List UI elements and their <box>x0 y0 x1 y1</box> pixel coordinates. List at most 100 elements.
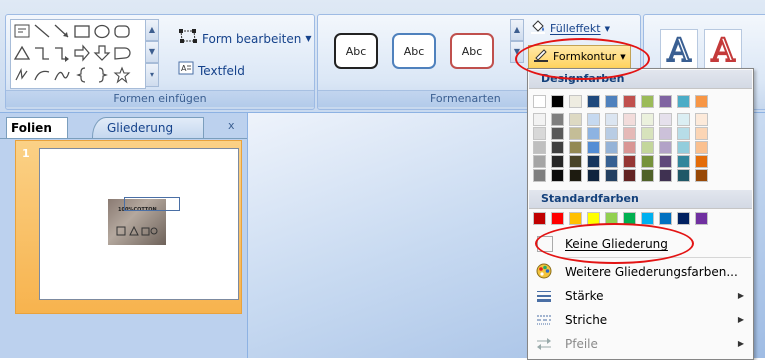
style-sample-blue[interactable]: Abc <box>392 33 436 69</box>
star-icon[interactable] <box>113 66 131 84</box>
fill-effect-button[interactable]: Fülleffekt ▼ <box>530 19 610 39</box>
elbow-arrow-icon[interactable] <box>53 44 71 62</box>
standard-color-swatch[interactable] <box>641 212 654 225</box>
arrow-line-icon[interactable] <box>53 22 71 40</box>
theme-color-shade-swatch[interactable] <box>551 169 564 182</box>
style-sample-red[interactable]: Abc <box>450 33 494 69</box>
theme-color-shade-swatch[interactable] <box>587 155 600 168</box>
styles-scroll-up-button[interactable]: ▲ <box>510 19 524 41</box>
outline-dashes-item[interactable]: Striche ▶ <box>529 309 752 331</box>
close-pane-icon[interactable]: x <box>228 119 238 133</box>
theme-color-shade-swatch[interactable] <box>641 127 654 140</box>
theme-color-shade-swatch[interactable] <box>551 141 564 154</box>
theme-color-shade-swatch[interactable] <box>569 127 582 140</box>
theme-color-shade-swatch[interactable] <box>677 169 690 182</box>
theme-color-shade-swatch[interactable] <box>533 141 546 154</box>
shapes-gallery[interactable] <box>10 19 146 89</box>
theme-color-shade-swatch[interactable] <box>677 141 690 154</box>
theme-color-shade-swatch[interactable] <box>623 127 636 140</box>
textbox-shape-icon[interactable] <box>13 22 31 40</box>
more-outline-colors-item[interactable]: Weitere Gliederungsfarben... <box>529 261 752 283</box>
elbow-connector-icon[interactable] <box>33 44 51 62</box>
wordart-sample-red[interactable]: A <box>704 29 742 71</box>
oval-icon[interactable] <box>93 22 111 40</box>
theme-color-shade-swatch[interactable] <box>695 169 708 182</box>
theme-color-shade-swatch[interactable] <box>659 169 672 182</box>
theme-color-shade-swatch[interactable] <box>605 169 618 182</box>
right-arrow-icon[interactable] <box>73 44 91 62</box>
slide-thumbnail-selected[interactable]: 1 100%COTTON <box>15 140 242 314</box>
theme-color-shade-swatch[interactable] <box>659 141 672 154</box>
theme-color-shade-swatch[interactable] <box>677 155 690 168</box>
tab-outline[interactable]: Gliederung <box>92 117 204 138</box>
theme-color-shade-swatch[interactable] <box>677 127 690 140</box>
theme-color-shade-swatch[interactable] <box>587 127 600 140</box>
theme-color-shade-swatch[interactable] <box>569 113 582 126</box>
style-sample-dark[interactable]: Abc <box>334 33 378 69</box>
theme-color-shade-swatch[interactable] <box>695 155 708 168</box>
theme-color-shade-swatch[interactable] <box>569 141 582 154</box>
line-icon[interactable] <box>33 22 51 40</box>
curve-icon[interactable] <box>53 66 71 84</box>
standard-color-swatch[interactable] <box>569 212 582 225</box>
theme-color-shade-swatch[interactable] <box>623 169 636 182</box>
theme-color-swatch[interactable] <box>695 95 708 108</box>
theme-color-shade-swatch[interactable] <box>551 127 564 140</box>
standard-color-swatch[interactable] <box>659 212 672 225</box>
theme-color-shade-swatch[interactable] <box>533 169 546 182</box>
left-brace-icon[interactable] <box>73 66 91 84</box>
theme-color-shade-swatch[interactable] <box>605 113 618 126</box>
theme-color-shade-swatch[interactable] <box>533 155 546 168</box>
theme-color-shade-swatch[interactable] <box>587 113 600 126</box>
theme-color-shade-swatch[interactable] <box>695 113 708 126</box>
theme-color-shade-swatch[interactable] <box>605 155 618 168</box>
theme-color-swatch[interactable] <box>533 95 546 108</box>
theme-color-shade-swatch[interactable] <box>659 127 672 140</box>
standard-color-swatch[interactable] <box>533 212 546 225</box>
theme-color-shade-swatch[interactable] <box>533 127 546 140</box>
theme-color-shade-swatch[interactable] <box>677 113 690 126</box>
slide-thumbnail[interactable]: 100%COTTON <box>39 148 239 300</box>
theme-color-shade-swatch[interactable] <box>533 113 546 126</box>
theme-color-shade-swatch[interactable] <box>659 155 672 168</box>
theme-color-shade-swatch[interactable] <box>569 169 582 182</box>
theme-color-swatch[interactable] <box>587 95 600 108</box>
wordart-sample-outline[interactable]: A <box>660 29 698 71</box>
theme-color-shade-swatch[interactable] <box>623 155 636 168</box>
theme-color-swatch[interactable] <box>569 95 582 108</box>
theme-color-shade-swatch[interactable] <box>551 155 564 168</box>
theme-color-shade-swatch[interactable] <box>569 155 582 168</box>
gallery-scroll-down-button[interactable]: ▼ <box>145 41 159 63</box>
theme-color-shade-swatch[interactable] <box>641 169 654 182</box>
theme-color-shade-swatch[interactable] <box>587 141 600 154</box>
theme-color-swatch[interactable] <box>551 95 564 108</box>
theme-color-shade-swatch[interactable] <box>695 127 708 140</box>
down-arrow-icon[interactable] <box>93 44 111 62</box>
gallery-scroll-up-button[interactable]: ▲ <box>145 19 159 41</box>
triangle-icon[interactable] <box>13 44 31 62</box>
theme-color-shade-swatch[interactable] <box>605 127 618 140</box>
right-brace-icon[interactable] <box>93 66 111 84</box>
rounded-rect-icon[interactable] <box>113 22 131 40</box>
theme-color-swatch[interactable] <box>605 95 618 108</box>
theme-color-shade-swatch[interactable] <box>695 141 708 154</box>
theme-color-swatch[interactable] <box>641 95 654 108</box>
theme-color-swatch[interactable] <box>677 95 690 108</box>
standard-color-swatch[interactable] <box>695 212 708 225</box>
theme-color-shade-swatch[interactable] <box>659 113 672 126</box>
edit-shape-button[interactable]: Form bearbeiten ▼ <box>178 29 312 49</box>
theme-color-shade-swatch[interactable] <box>587 169 600 182</box>
rectangle-icon[interactable] <box>73 22 91 40</box>
gallery-more-button[interactable]: ▾ <box>145 63 159 87</box>
theme-color-shade-swatch[interactable] <box>551 113 564 126</box>
theme-color-swatch[interactable] <box>623 95 636 108</box>
theme-color-shade-swatch[interactable] <box>623 113 636 126</box>
tab-slides[interactable]: Folien <box>6 117 68 138</box>
selected-textbox-frame[interactable] <box>124 197 180 211</box>
theme-color-swatch[interactable] <box>659 95 672 108</box>
theme-color-shade-swatch[interactable] <box>641 113 654 126</box>
freeform-icon[interactable] <box>13 66 31 84</box>
theme-color-shade-swatch[interactable] <box>605 141 618 154</box>
arc-icon[interactable] <box>33 66 51 84</box>
standard-color-swatch[interactable] <box>677 212 690 225</box>
